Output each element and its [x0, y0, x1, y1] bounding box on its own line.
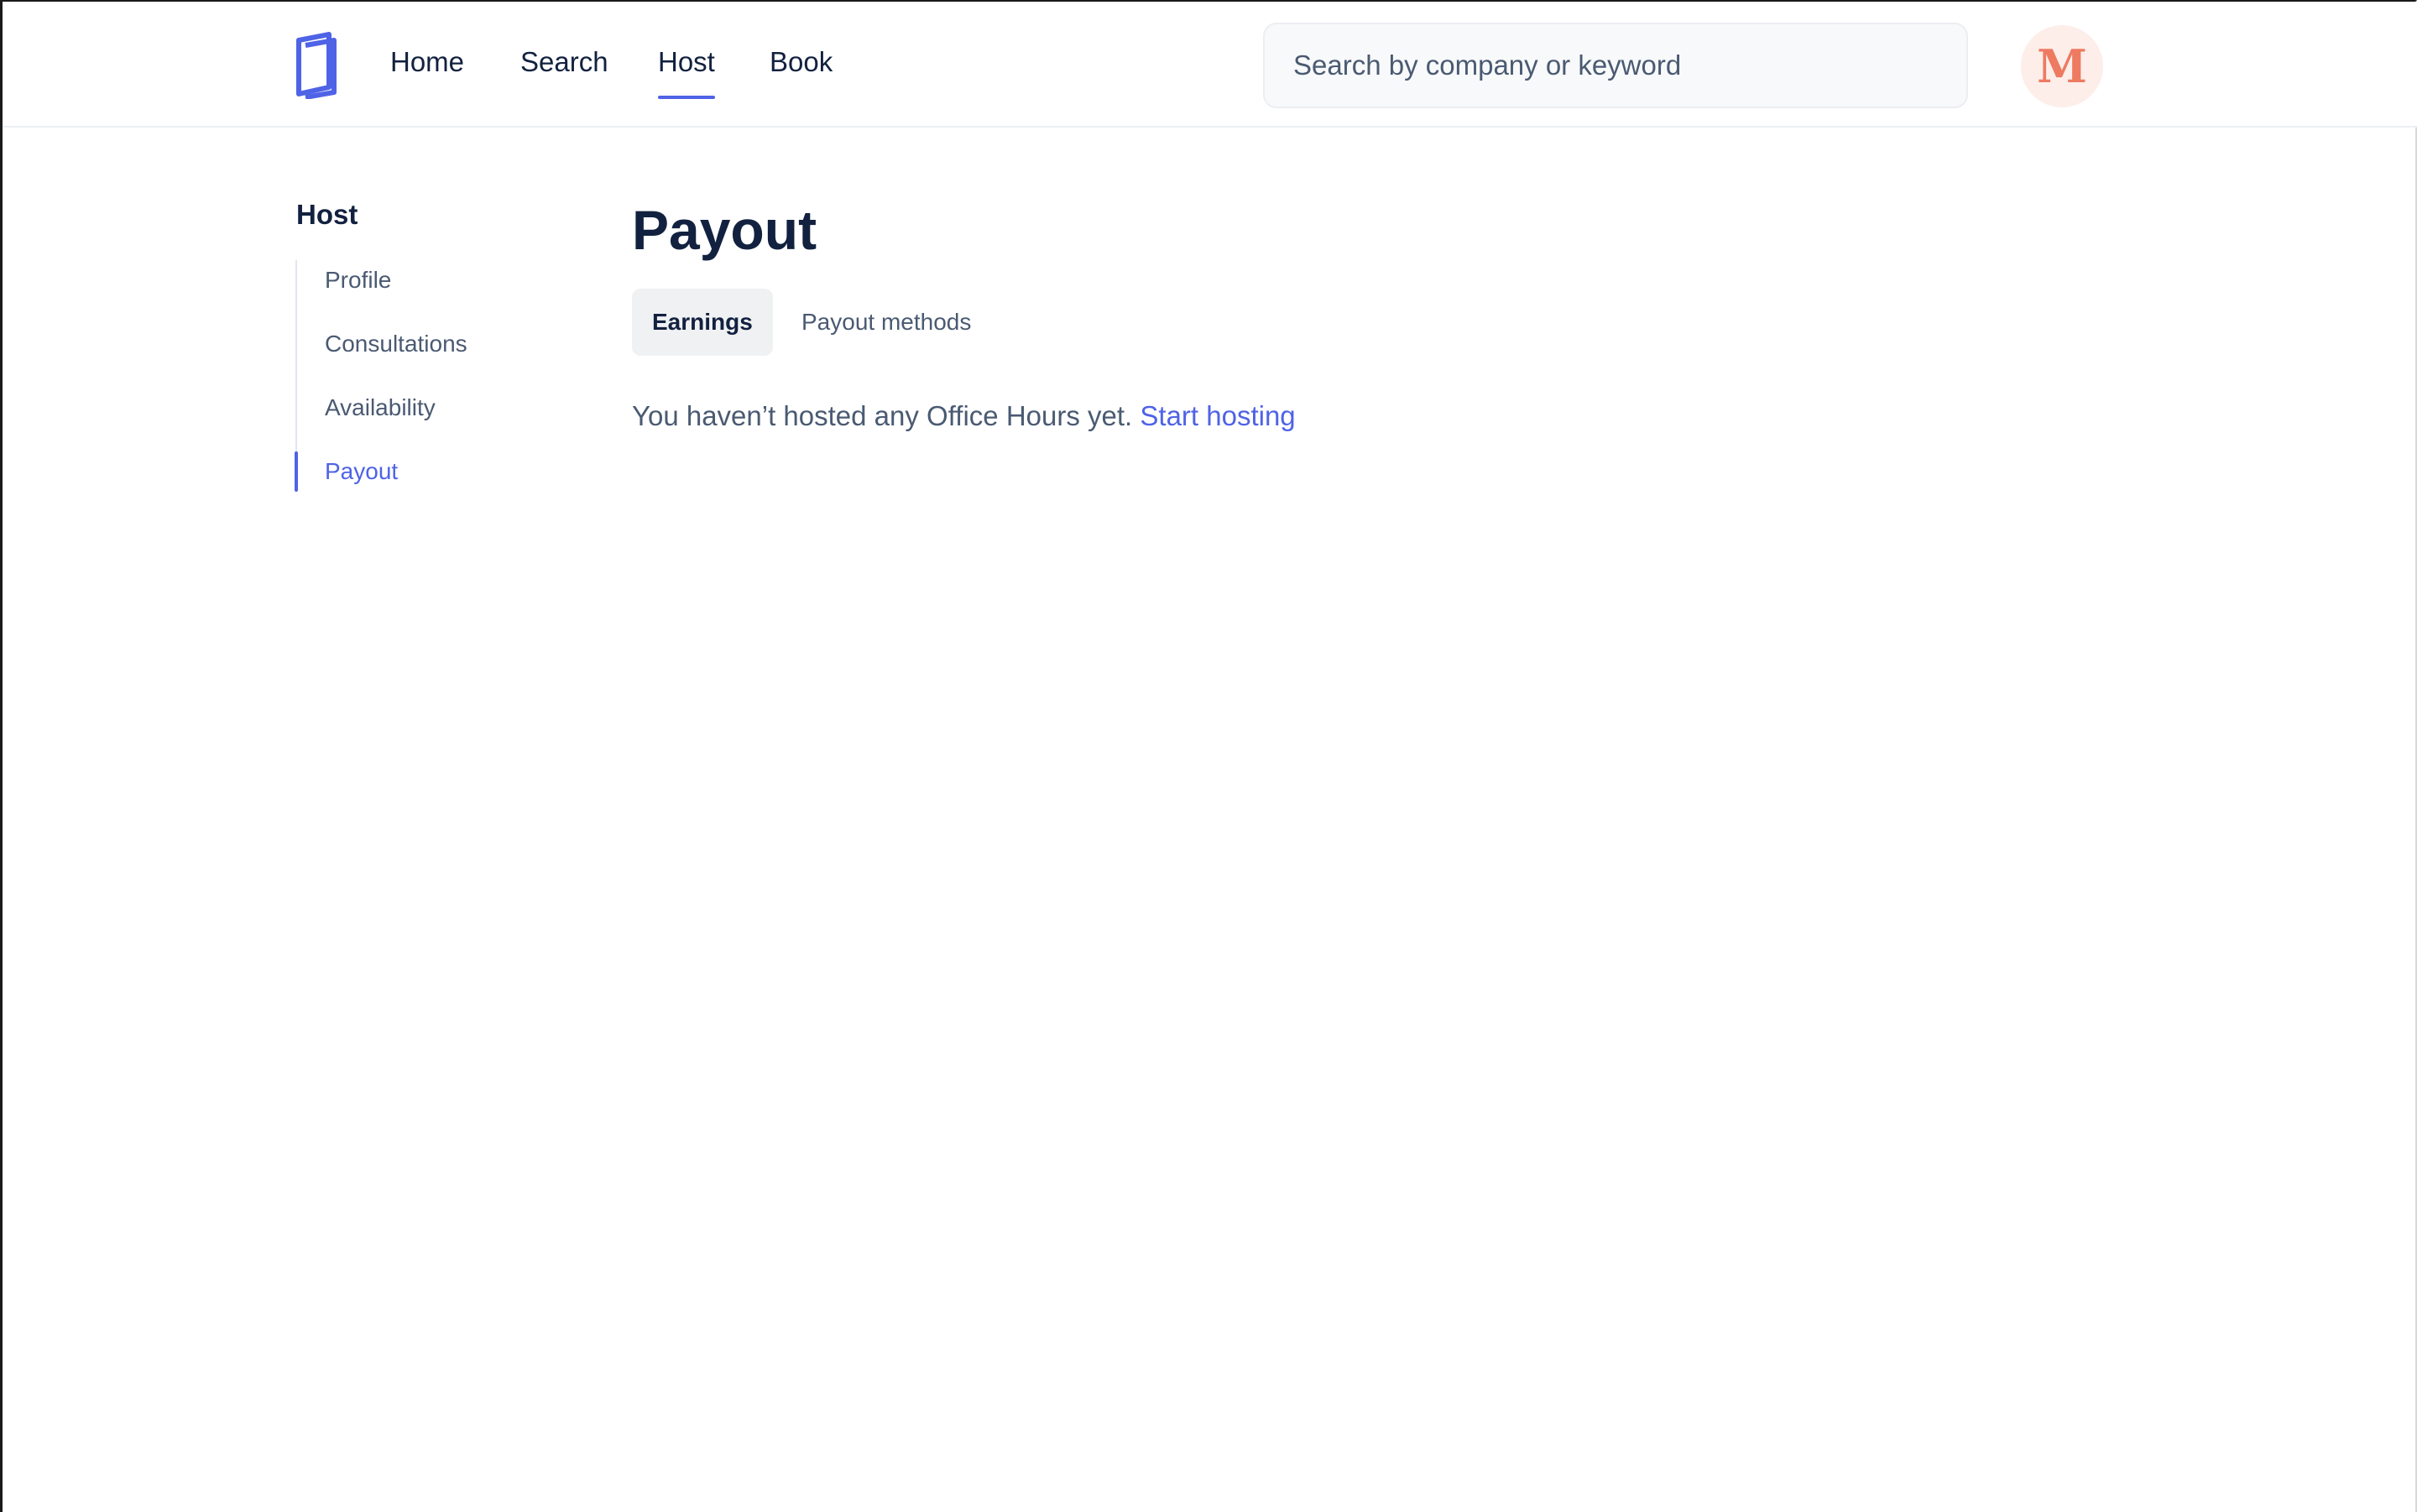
nav-home[interactable]: Home	[390, 45, 464, 79]
page-title: Payout	[632, 199, 817, 261]
sidebar-item-profile[interactable]: Profile	[325, 265, 391, 295]
sidebar-item-availability[interactable]: Availability	[325, 393, 436, 423]
search-input[interactable]	[1292, 24, 1946, 107]
nav-search[interactable]: Search	[520, 45, 608, 79]
tab-earnings[interactable]: Earnings	[632, 289, 773, 356]
search-box	[1263, 23, 1968, 108]
app-window: Home Search Host Book M Host Profile Con…	[0, 0, 2417, 1512]
sidebar-item-payout[interactable]: Payout	[325, 456, 398, 487]
empty-state-message: You haven’t hosted any Office Hours yet.	[632, 400, 1133, 431]
book-logo-icon[interactable]	[294, 32, 339, 100]
avatar[interactable]: M	[2021, 25, 2103, 107]
tab-payout-methods[interactable]: Payout methods	[781, 289, 991, 356]
sidebar-title: Host	[296, 199, 358, 230]
nav-host[interactable]: Host	[658, 45, 715, 99]
start-hosting-link[interactable]: Start hosting	[1140, 400, 1295, 431]
avatar-initial: M	[2037, 39, 2087, 93]
empty-state: You haven’t hosted any Office Hours yet.…	[632, 398, 1296, 435]
sidebar-item-consultations[interactable]: Consultations	[325, 329, 467, 359]
top-navigation-bar: Home Search Host Book M	[3, 2, 2417, 128]
nav-book[interactable]: Book	[770, 45, 833, 79]
sidebar-active-indicator	[295, 451, 298, 492]
